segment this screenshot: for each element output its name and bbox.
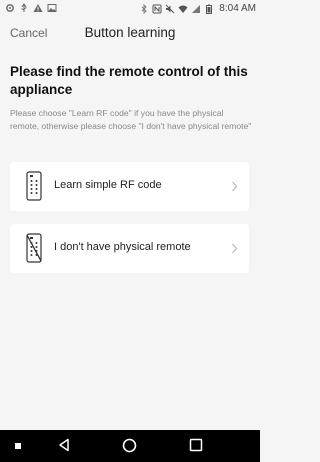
chevron-right-icon	[232, 181, 238, 192]
chevron-right-icon	[232, 243, 238, 254]
page-title: Button learning	[84, 25, 176, 40]
system-nav-bar	[0, 430, 260, 462]
option-label: I don't have physical remote	[54, 241, 191, 253]
home-icon[interactable]	[122, 438, 137, 453]
status-time: 8:04 AM	[219, 3, 256, 14]
status-bar: 8:04 AM	[0, 0, 260, 18]
mute-icon	[165, 4, 175, 13]
no-physical-remote-option[interactable]: I don't have physical remote	[10, 224, 249, 273]
image-icon	[47, 4, 57, 12]
option-label: Learn simple RF code	[54, 179, 162, 191]
signal-icon	[192, 4, 201, 13]
bluetooth-icon	[141, 3, 147, 14]
settings-icon	[6, 4, 14, 12]
usb-icon	[21, 3, 27, 12]
warning-icon	[33, 4, 43, 12]
header: Cancel Button learning	[0, 18, 260, 50]
no-remote-icon	[26, 233, 42, 263]
description: Please choose "Learn RF code" if you hav…	[10, 108, 252, 131]
nfc-icon	[152, 4, 162, 13]
learn-rf-code-option[interactable]: Learn simple RF code	[10, 162, 249, 211]
square-dot-icon[interactable]	[15, 443, 21, 449]
wifi-icon	[178, 5, 188, 13]
back-icon[interactable]	[57, 438, 71, 452]
battery-icon	[206, 4, 213, 14]
recents-icon[interactable]	[189, 438, 203, 452]
remote-icon	[26, 171, 42, 201]
heading: Please find the remote control of this a…	[10, 64, 248, 97]
